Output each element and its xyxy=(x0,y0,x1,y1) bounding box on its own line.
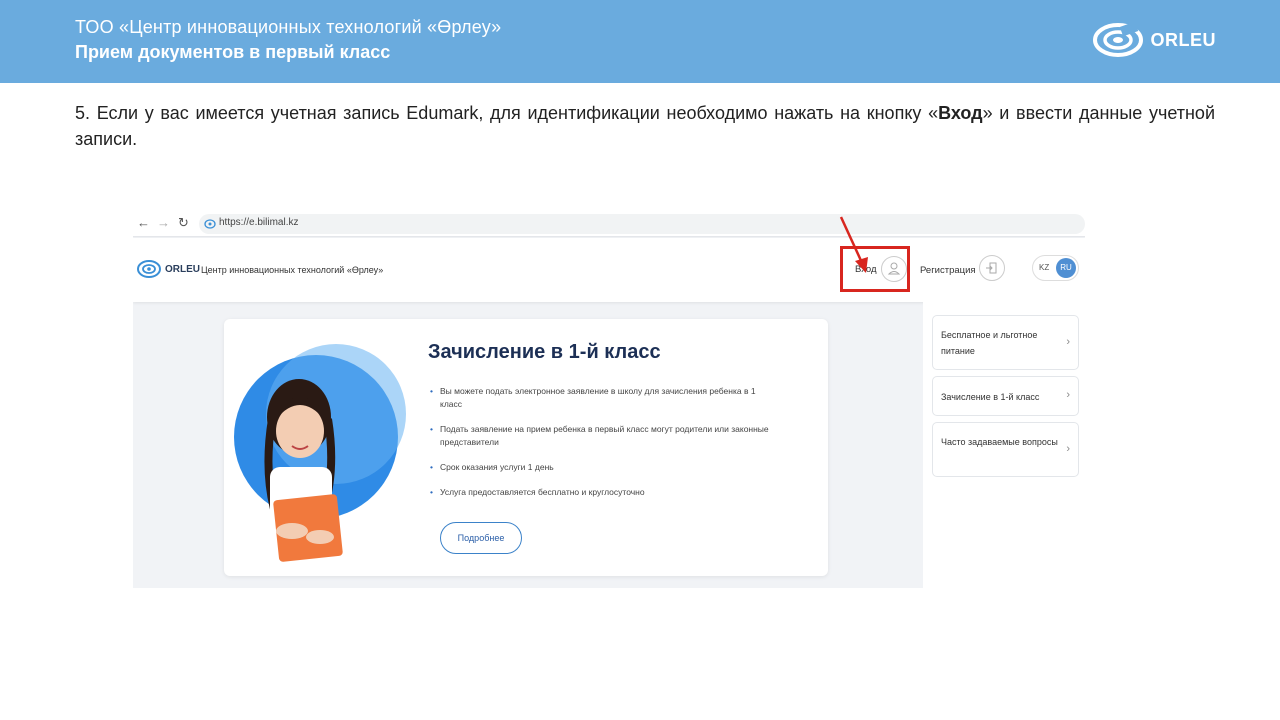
enrollment-card: Зачисление в 1-й класс Вы можете подать … xyxy=(224,319,828,576)
sidebar-item-enrollment[interactable]: Зачисление в 1-й класс › xyxy=(932,376,1079,416)
sign-in-icon xyxy=(986,262,997,274)
list-item: Вы можете подать электронное заявление в… xyxy=(430,385,770,411)
list-item: Срок оказания услуги 1 день xyxy=(430,461,770,474)
brand-text: ORLEU xyxy=(1150,29,1216,50)
url-text: https://e.bilimal.kz xyxy=(219,217,299,228)
chevron-right-icon: › xyxy=(1066,389,1070,401)
address-bar[interactable]: https://e.bilimal.kz xyxy=(199,214,1085,234)
card-title: Зачисление в 1-й класс xyxy=(428,341,661,363)
instruction-button-name: Вход xyxy=(938,103,983,123)
instruction-text: 5. Если у вас имеется учетная запись Edu… xyxy=(75,100,1215,152)
chevron-right-icon: › xyxy=(1066,443,1070,455)
browser-screenshot: ← → ↻ https://e.bilimal.kz ORLEU Центр и… xyxy=(133,211,1085,588)
sidebar-item-faq[interactable]: Часто задаваемые вопросы › xyxy=(932,422,1079,477)
browser-toolbar: ← → ↻ https://e.bilimal.kz xyxy=(133,211,1085,237)
slide-header: ТОО «Центр инновационных технологий «Өрл… xyxy=(0,0,1280,83)
lang-ru[interactable]: RU xyxy=(1056,258,1076,278)
brand-logo: ORLEU xyxy=(1092,22,1217,58)
list-item: Подать заявление на прием ребенка в перв… xyxy=(430,423,770,449)
language-switcher[interactable]: KZ RU xyxy=(1032,255,1079,281)
sidebar-item-label: Зачисление в 1-й класс xyxy=(941,392,1040,402)
child-illustration xyxy=(234,344,406,576)
card-bullets: Вы можете подать электронное заявление в… xyxy=(430,385,770,511)
site-header: ORLEU Центр инновационных технологий «Өр… xyxy=(133,238,1085,302)
register-label[interactable]: Регистрация xyxy=(920,265,976,276)
list-item: Услуга предоставляется бесплатно и кругл… xyxy=(430,486,770,499)
site-logo[interactable]: ORLEU xyxy=(137,260,200,278)
org-title: ТОО «Центр инновационных технологий «Өрл… xyxy=(75,17,502,37)
slide-topic: Прием документов в первый класс xyxy=(75,42,391,62)
sidebar-item-label: Часто задаваемые вопросы xyxy=(941,437,1058,447)
orleu-site-logo-icon xyxy=(137,260,161,278)
register-button[interactable] xyxy=(979,255,1005,281)
red-arrow-icon xyxy=(839,216,868,273)
chevron-right-icon: › xyxy=(1066,336,1070,348)
instruction-body-1: для идентификации необходимо нажать на к… xyxy=(483,103,939,123)
sidebar-item-label: Бесплатное и льготное питание xyxy=(941,330,1038,356)
back-arrow-icon[interactable]: ← xyxy=(137,215,150,230)
instruction-lead: 5. Если у вас имеется учетная запись Edu… xyxy=(75,103,484,123)
site-logo-text: ORLEU xyxy=(165,263,200,275)
orleu-logo-icon xyxy=(1092,22,1143,57)
site-title: Центр инновационных технологий «Өрлеу» xyxy=(201,265,384,275)
side-panel: Бесплатное и льготное питание › Зачислен… xyxy=(923,302,1085,588)
more-button[interactable]: Подробнее xyxy=(440,522,522,554)
reload-icon[interactable]: ↻ xyxy=(178,215,189,231)
forward-arrow-icon[interactable]: → xyxy=(157,215,170,230)
site-info-icon[interactable] xyxy=(204,218,216,230)
sidebar-item-meals[interactable]: Бесплатное и льготное питание › xyxy=(932,315,1079,370)
lang-kz[interactable]: KZ xyxy=(1039,263,1049,272)
